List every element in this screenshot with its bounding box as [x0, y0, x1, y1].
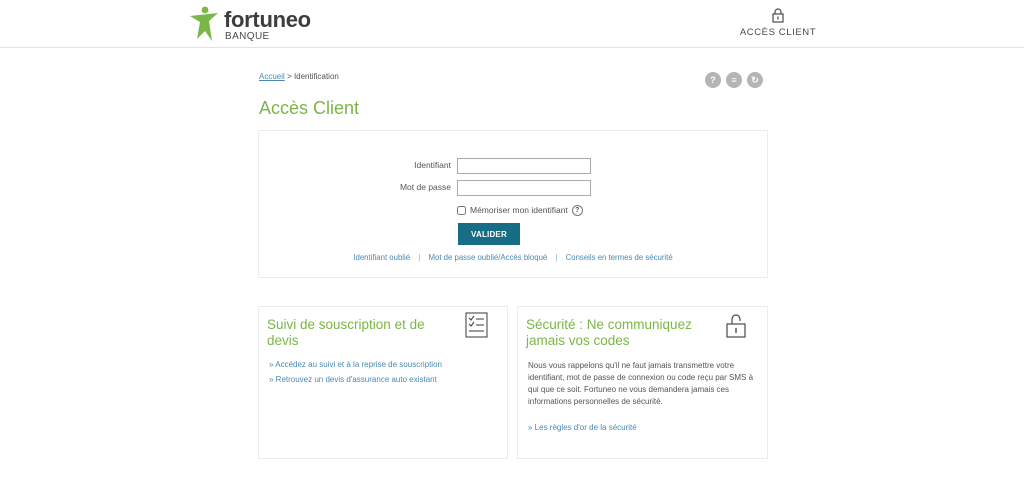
- security-card-title: Sécurité : Ne communiquez jamais vos cod…: [526, 317, 692, 348]
- identifiant-input[interactable]: [457, 158, 591, 174]
- fortuneo-figure-icon: [190, 6, 218, 41]
- subscription-card-title: Suivi de souscription et de devis: [267, 317, 425, 348]
- security-card-text: Nous vous rappelons qu'il ne faut jamais…: [528, 361, 754, 406]
- print-icon[interactable]: ≡: [726, 72, 742, 88]
- client-access-label: ACCÈS CLIENT: [739, 27, 817, 38]
- help-icon[interactable]: ?: [705, 72, 721, 88]
- lock-icon: [772, 8, 784, 23]
- client-access-button[interactable]: ACCÈS CLIENT: [738, 8, 818, 40]
- password-label: Mot de passe: [399, 182, 451, 192]
- page-title: Accès Client: [259, 98, 360, 118]
- auto-insurance-quote-link[interactable]: » Retrouvez un devis d'assurance auto ex…: [269, 375, 437, 384]
- identifiant-label: Identifiant: [414, 160, 451, 170]
- forgot-password-link[interactable]: Mot de passe oublié/Accès bloqué: [428, 253, 547, 262]
- breadcrumb-separator: >: [287, 72, 292, 81]
- security-advice-link[interactable]: Conseils en termes de sécurité: [566, 253, 673, 262]
- open-lock-icon: [726, 314, 746, 338]
- breadcrumb: Accueil > Identification: [259, 72, 339, 81]
- login-form: Identifiant Mot de passe Mémoriser mon i…: [258, 130, 768, 278]
- link-separator: |: [418, 253, 421, 262]
- fortuneo-logo[interactable]: fortuneo BANQUE: [188, 6, 318, 44]
- forgot-id-link[interactable]: Identifiant oublié: [353, 253, 410, 262]
- remember-checkbox[interactable]: [457, 205, 466, 215]
- remember-help-icon[interactable]: ?: [571, 204, 583, 216]
- subscription-card: Suivi de souscription et de devis » Accé…: [258, 306, 508, 459]
- security-card: Sécurité : Ne communiquez jamais vos cod…: [517, 306, 768, 459]
- link-separator: |: [555, 253, 558, 262]
- security-rules-link[interactable]: » Les règles d'or de la sécurité: [528, 423, 637, 432]
- validate-button[interactable]: VALIDER: [458, 223, 520, 245]
- remember-label[interactable]: Mémoriser mon identifiant: [470, 205, 568, 215]
- breadcrumb-current: Identification: [293, 72, 339, 81]
- login-help-links: Identifiant oublié | Mot de passe oublié…: [259, 253, 767, 262]
- refresh-icon[interactable]: ↻: [747, 72, 763, 88]
- subscription-tracking-link[interactable]: » Accédez au suivi et à la reprise de so…: [269, 360, 442, 369]
- breadcrumb-home-link[interactable]: Accueil: [259, 72, 285, 81]
- brand-name: fortuneo: [224, 7, 311, 32]
- brand-sub: BANQUE: [225, 31, 270, 42]
- password-input[interactable]: [457, 180, 591, 196]
- checklist-icon: [465, 312, 488, 338]
- site-header: fortuneo BANQUE ACCÈS CLIENT: [0, 0, 1024, 48]
- remember-row: Mémoriser mon identifiant ?: [457, 203, 583, 217]
